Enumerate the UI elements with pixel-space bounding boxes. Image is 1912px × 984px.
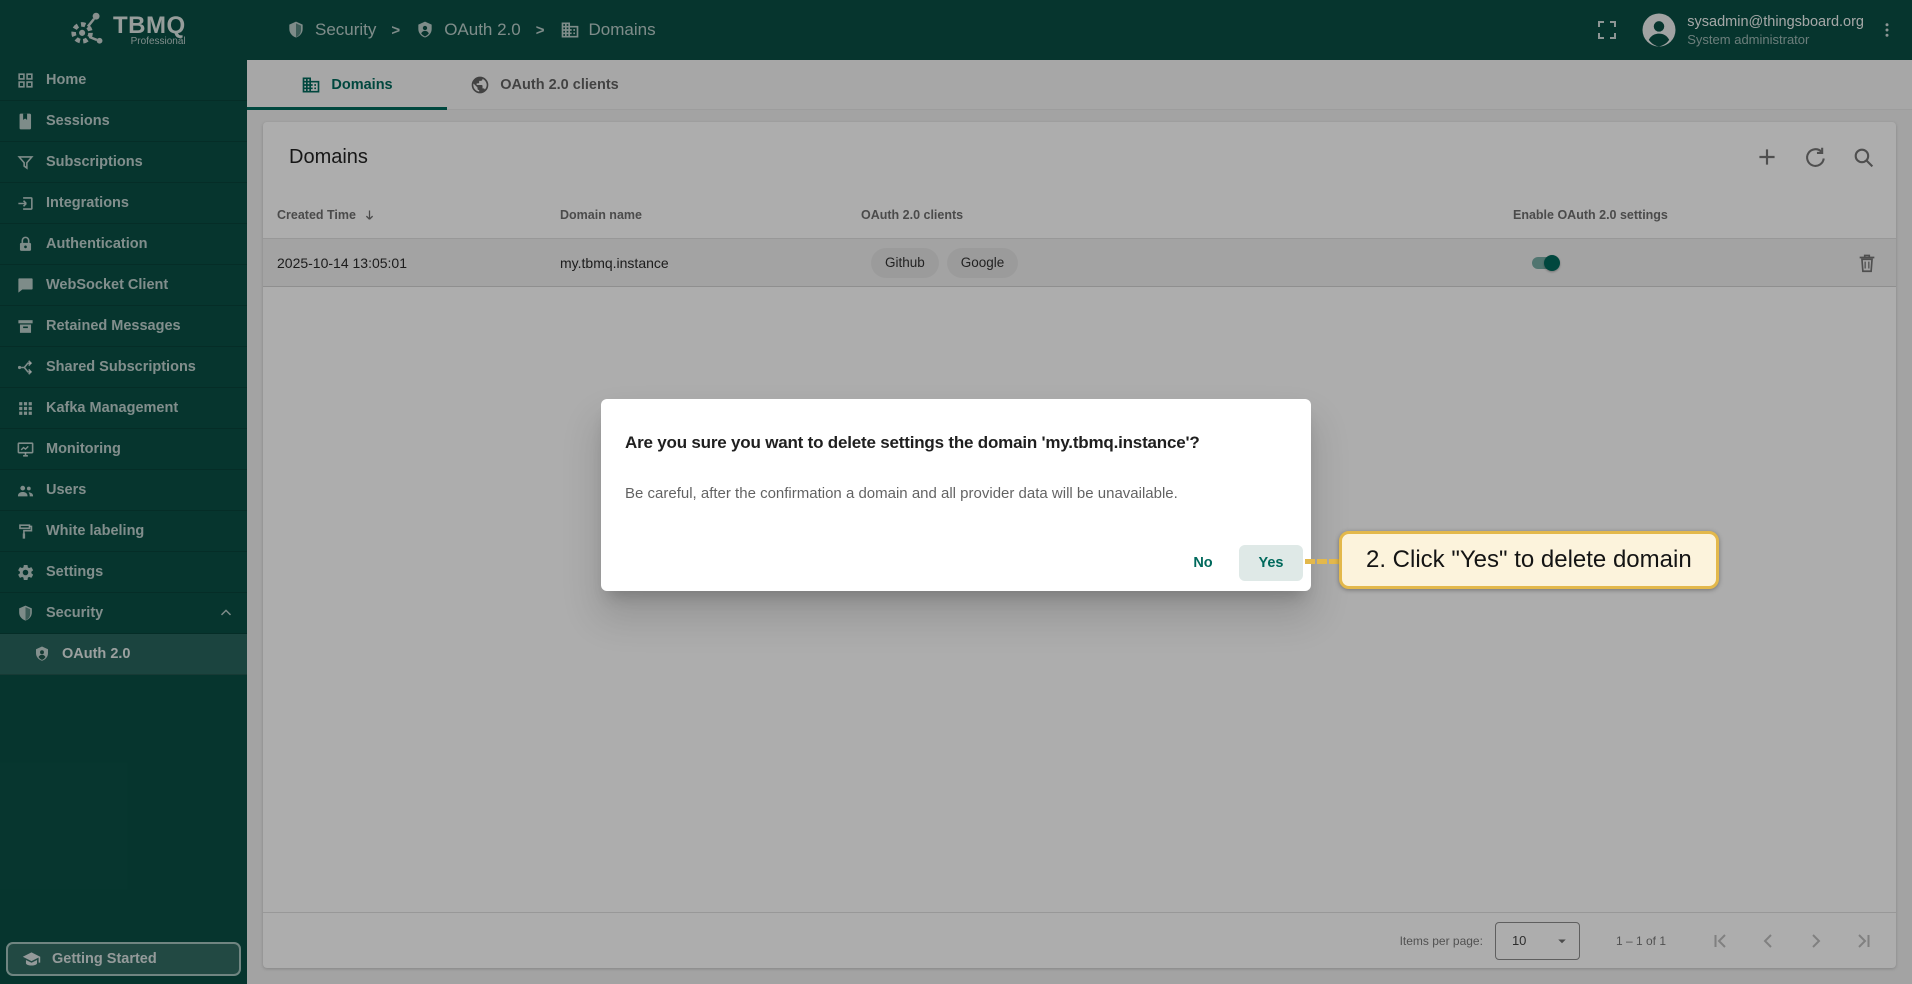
delete-confirm-dialog: Are you sure you want to delete settings…	[601, 399, 1311, 591]
dialog-title: Are you sure you want to delete settings…	[625, 433, 1291, 453]
annotation-connector-line	[1305, 559, 1339, 564]
dialog-message: Be careful, after the confirmation a dom…	[625, 485, 1291, 502]
no-button[interactable]: No	[1175, 545, 1231, 581]
yes-button[interactable]: Yes	[1239, 545, 1303, 581]
annotation-callout: 2. Click "Yes" to delete domain	[1339, 531, 1719, 589]
dialog-actions: No Yes	[1175, 545, 1303, 581]
